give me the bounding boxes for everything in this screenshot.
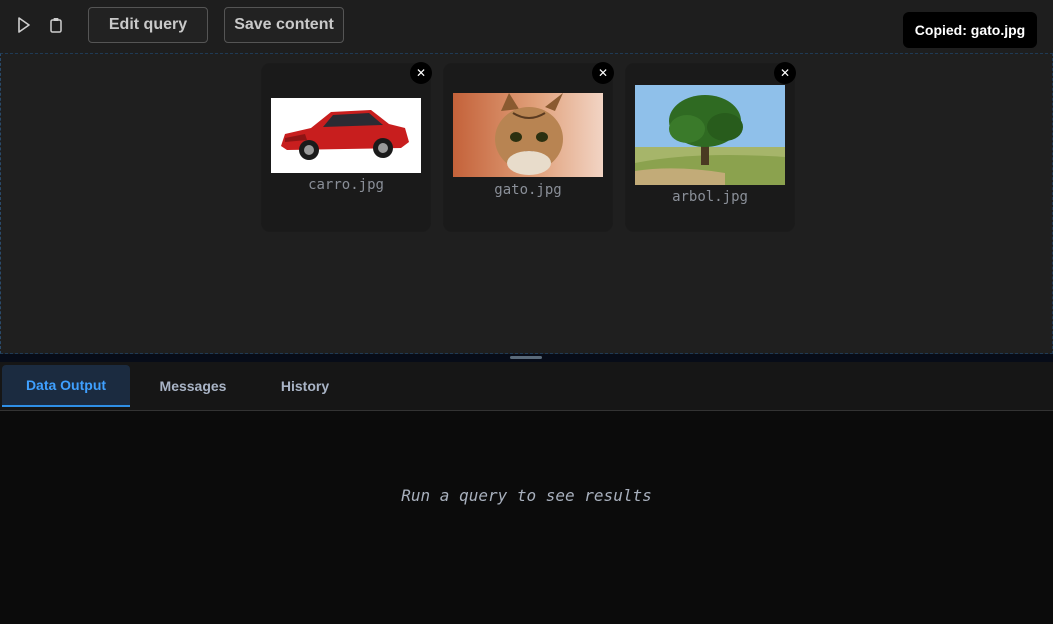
car-image xyxy=(271,98,421,173)
image-card-gato[interactable]: ✕ gato.jpg xyxy=(444,62,614,231)
close-icon[interactable]: ✕ xyxy=(410,62,432,84)
close-icon[interactable]: ✕ xyxy=(774,62,796,84)
tab-messages[interactable]: Messages xyxy=(143,365,243,407)
toolbar: Edit query Save content Copied: gato.jpg xyxy=(0,0,1053,53)
play-icon[interactable] xyxy=(12,13,36,37)
save-content-button[interactable]: Save content xyxy=(224,7,344,43)
copied-toast: Copied: gato.jpg xyxy=(903,12,1037,48)
tree-image xyxy=(635,85,785,185)
filename-label: carro.jpg xyxy=(308,177,384,193)
image-gallery: ✕ carro.jpg ✕ gato.jpg ✕ arbol.jpg xyxy=(0,53,1053,354)
resize-handle[interactable] xyxy=(510,356,542,359)
tab-history[interactable]: History xyxy=(265,365,345,407)
app-window: Edit query Save content Copied: gato.jpg… xyxy=(0,0,1053,624)
image-card-carro[interactable]: ✕ carro.jpg xyxy=(262,62,432,231)
results-tabs: Data Output Messages History xyxy=(0,362,1053,411)
empty-results-message: Run a query to see results xyxy=(401,486,652,505)
clipboard-icon[interactable] xyxy=(44,13,68,37)
filename-label: arbol.jpg xyxy=(672,189,748,205)
image-card-arbol[interactable]: ✕ arbol.jpg xyxy=(626,62,796,231)
edit-query-button[interactable]: Edit query xyxy=(88,7,208,43)
close-icon[interactable]: ✕ xyxy=(592,62,614,84)
tab-data-output[interactable]: Data Output xyxy=(2,365,130,407)
cat-image xyxy=(453,93,603,177)
data-output-panel: Run a query to see results xyxy=(0,411,1053,624)
filename-label: gato.jpg xyxy=(494,182,562,198)
